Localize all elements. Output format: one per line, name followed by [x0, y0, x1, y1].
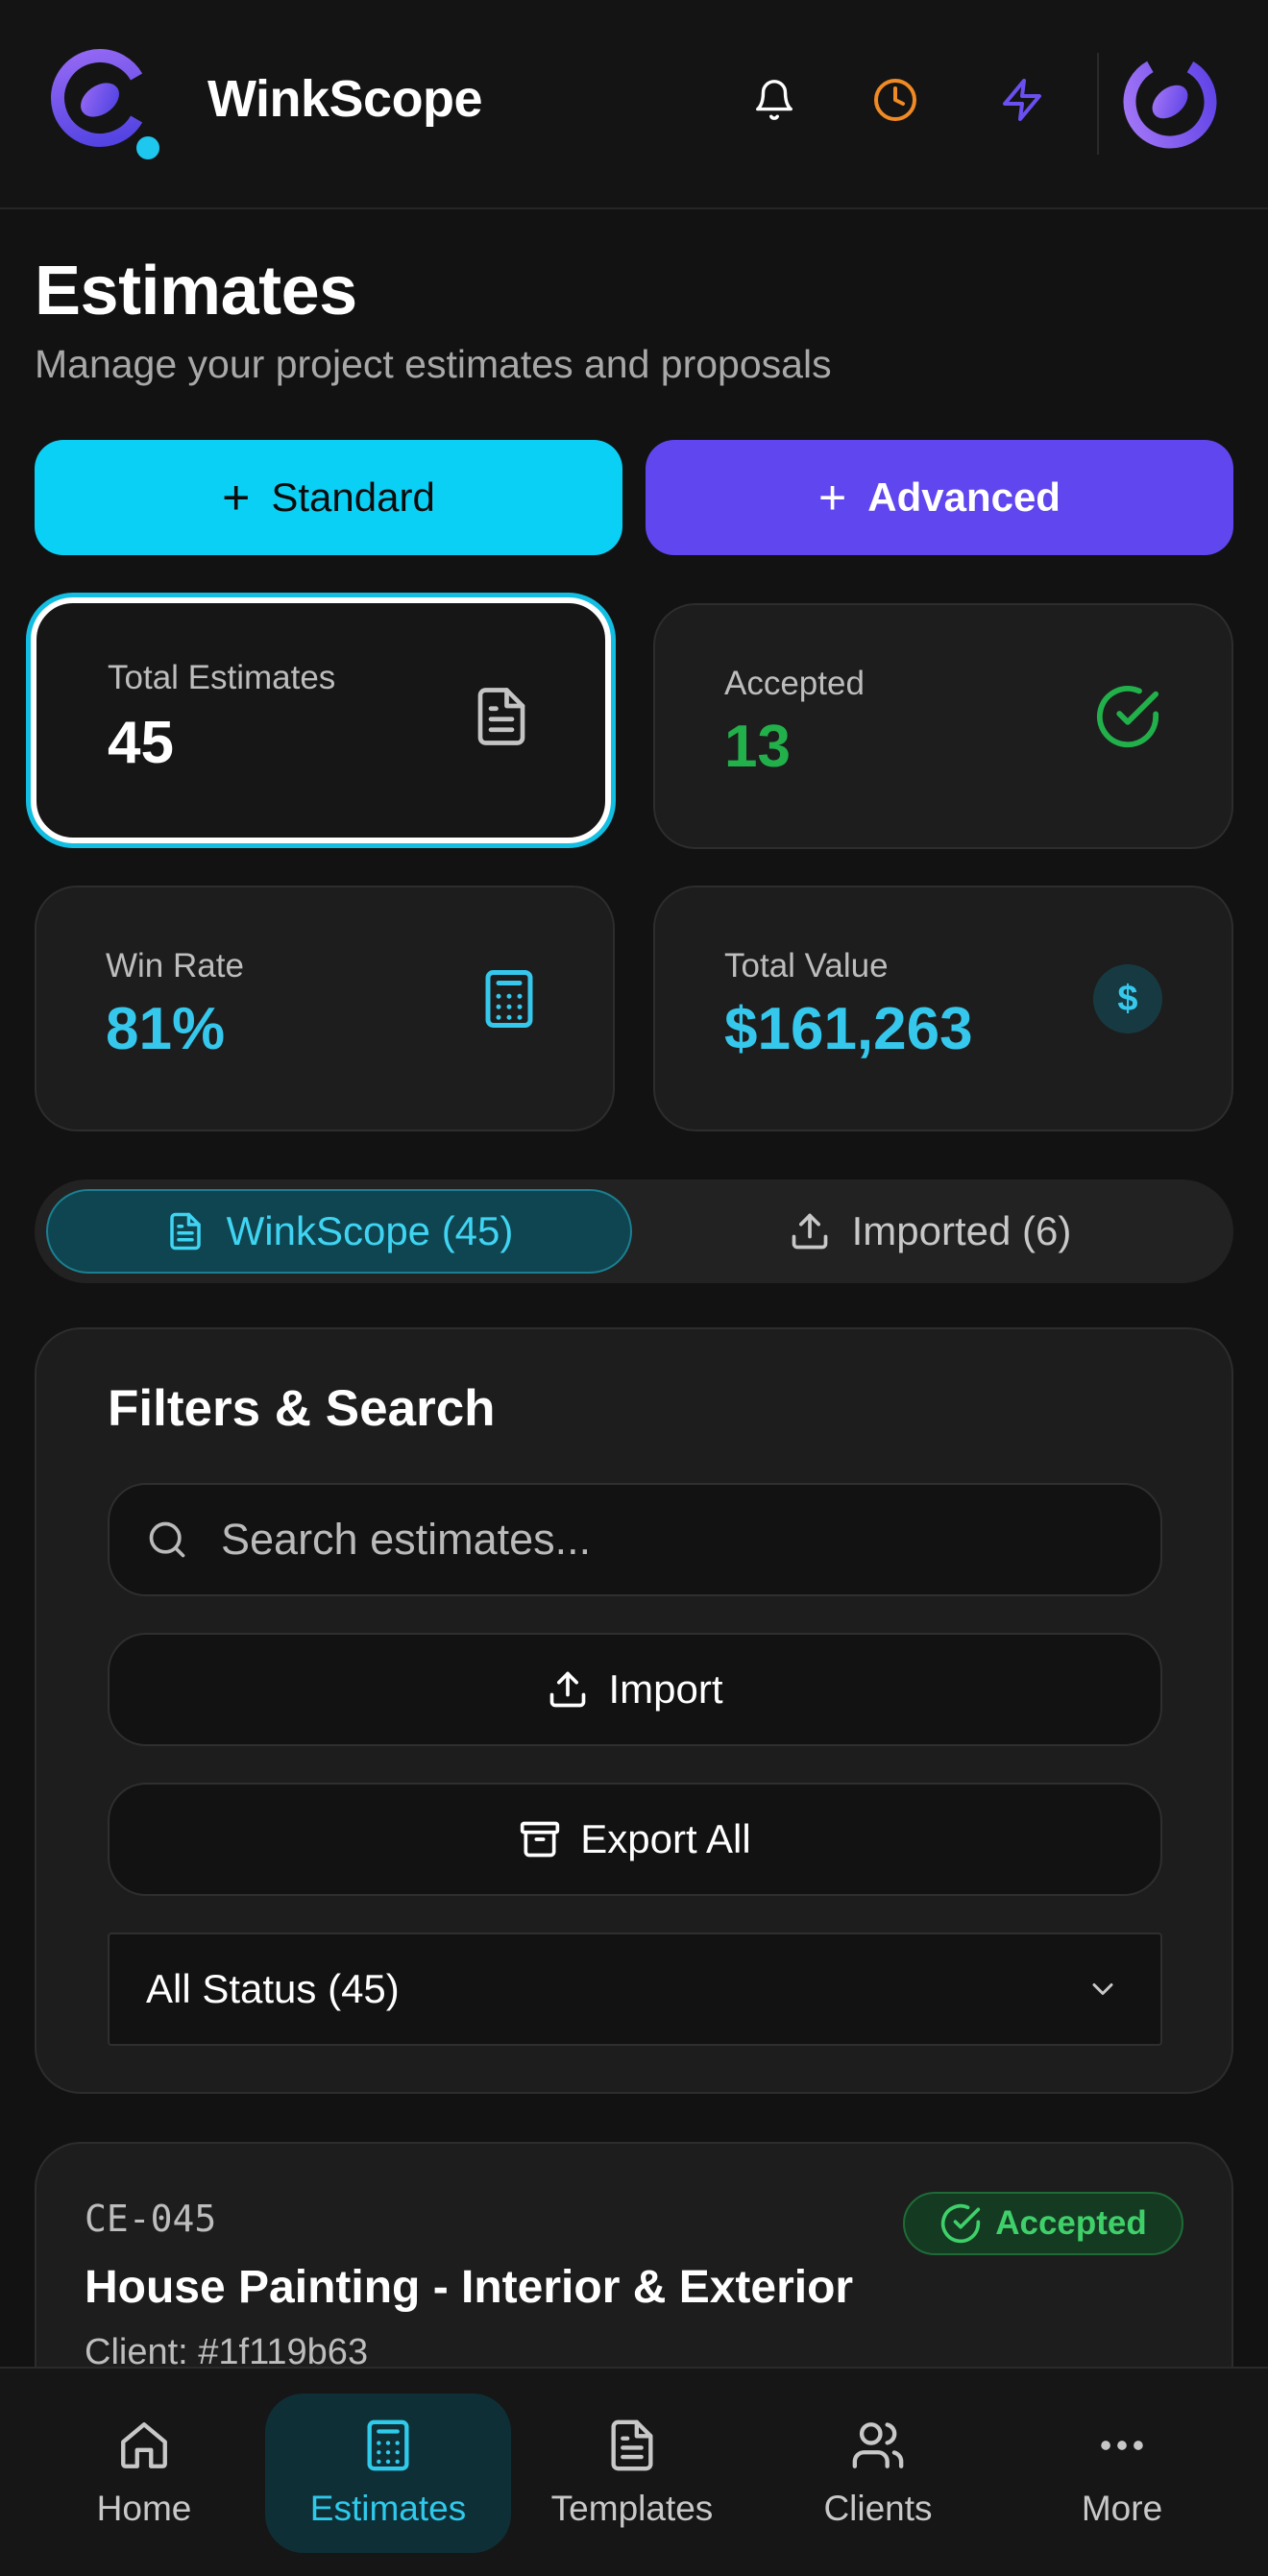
nav-label: Home [96, 2489, 192, 2528]
export-all-button[interactable]: Export All [108, 1783, 1162, 1896]
stat-value: 13 [724, 714, 791, 780]
nav-more[interactable]: More [999, 2394, 1245, 2553]
search-icon [149, 1521, 185, 1558]
status-badge: Accepted [903, 2192, 1183, 2255]
home-icon [121, 2422, 167, 2468]
source-tabs: WinkScope (45) Imported (6) [35, 1179, 1233, 1283]
chevron-down-icon [1092, 1983, 1113, 1995]
nav-label: Estimates [309, 2489, 467, 2528]
check-circle-icon [941, 2203, 981, 2244]
page-title: Estimates [35, 253, 357, 329]
app-header: WinkScope [0, 0, 1268, 209]
archive-icon [521, 1821, 560, 1858]
users-icon [852, 2422, 904, 2468]
filters-panel: Filters & Search Search estimates... Imp… [35, 1327, 1233, 2094]
calculator-icon [475, 964, 544, 1033]
search-input[interactable]: Search estimates... [108, 1483, 1162, 1596]
stat-card-total-value[interactable]: Total Value $161,263 $ [653, 886, 1233, 1131]
estimate-id: CE-045 [85, 2198, 217, 2240]
winkscope-logo[interactable] [48, 48, 163, 163]
stat-card-total-estimates[interactable]: Total Estimates 45 [31, 597, 611, 843]
export-label: Export All [580, 1816, 751, 1861]
nav-clients[interactable]: Clients [755, 2394, 1001, 2553]
search-placeholder: Search estimates... [221, 1515, 592, 1564]
stat-label: Accepted [724, 665, 865, 702]
status-badge-label: Accepted [995, 2204, 1147, 2242]
stat-value: $161,263 [724, 996, 973, 1062]
tab-imported[interactable]: Imported (6) [636, 1189, 1224, 1274]
nav-label: More [1081, 2489, 1163, 2528]
bottom-navigation: Home Estimates Templates Clients More [0, 2367, 1268, 2576]
stat-label: Total Value [724, 947, 889, 984]
calculator-icon [367, 2419, 409, 2471]
tab-label: WinkScope (45) [226, 1208, 514, 1253]
header-divider [1097, 53, 1099, 155]
bell-icon[interactable] [747, 73, 801, 127]
nav-home[interactable]: Home [21, 2394, 267, 2553]
stat-label: Win Rate [106, 947, 244, 984]
upload-icon [792, 1213, 827, 1250]
nav-estimates[interactable]: Estimates [265, 2394, 511, 2553]
stat-card-accepted[interactable]: Accepted 13 [653, 603, 1233, 849]
stat-value: 81% [106, 996, 226, 1062]
page-subtitle: Manage your project estimates and propos… [35, 342, 832, 386]
plus-icon: + [222, 471, 251, 524]
new-advanced-estimate-button[interactable]: + Advanced [646, 440, 1233, 555]
tab-label: Imported (6) [851, 1208, 1072, 1253]
upload-icon [550, 1671, 586, 1708]
dollar-icon: $ [1093, 964, 1162, 1033]
tab-winkscope[interactable]: WinkScope (45) [46, 1189, 632, 1274]
stat-card-win-rate[interactable]: Win Rate 81% [35, 886, 615, 1131]
avatar[interactable] [1120, 52, 1220, 152]
document-icon [611, 2419, 653, 2471]
estimate-title: House Painting - Interior & Exterior [85, 2262, 854, 2313]
nav-label: Templates [550, 2489, 714, 2528]
import-label: Import [608, 1666, 723, 1712]
stat-label: Total Estimates [108, 659, 336, 696]
new-standard-estimate-button[interactable]: + Standard [35, 440, 622, 555]
clock-icon[interactable] [868, 73, 922, 127]
status-selected: All Status (45) [146, 1966, 400, 2011]
brand-name: WinkScope [207, 70, 483, 128]
status-filter-select[interactable]: All Status (45) [108, 1932, 1162, 2046]
nav-label: Clients [823, 2489, 933, 2528]
stat-value: 45 [108, 710, 174, 776]
standard-button-label: Standard [271, 474, 435, 520]
document-icon [467, 682, 536, 751]
check-circle-icon [1093, 682, 1162, 751]
more-dots-icon [1101, 2441, 1143, 2450]
plus-icon: + [818, 471, 847, 524]
advanced-button-label: Advanced [867, 474, 1061, 520]
document-icon [169, 1212, 201, 1251]
lightning-icon[interactable] [995, 73, 1049, 127]
filters-title: Filters & Search [108, 1380, 496, 1437]
nav-templates[interactable]: Templates [509, 2394, 755, 2553]
import-button[interactable]: Import [108, 1633, 1162, 1746]
